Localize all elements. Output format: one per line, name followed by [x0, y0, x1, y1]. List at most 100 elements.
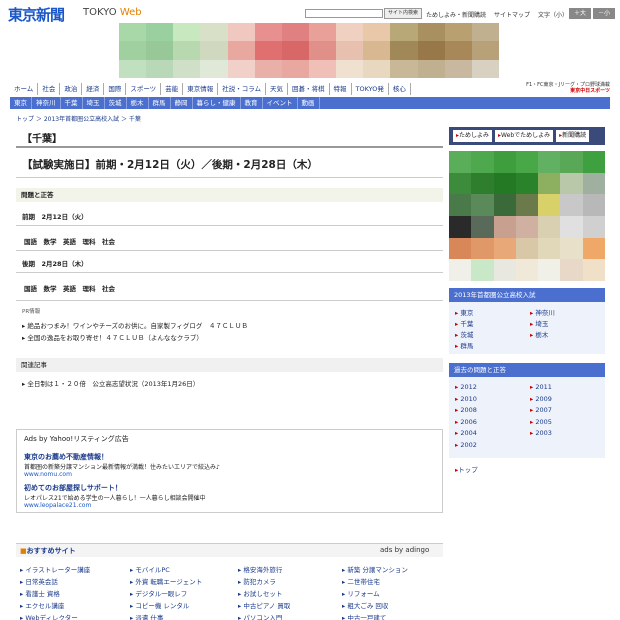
search-input[interactable] — [305, 9, 383, 18]
kouki-subject-links[interactable]: 国語 数学 英語 理科 社会 — [24, 283, 115, 293]
osusume-link[interactable]: ▸ デジタル一眼レフ — [130, 588, 187, 598]
osusume-link[interactable]: ▸ Webディレクター — [20, 612, 78, 620]
sidebar-year-link[interactable]: ▸ 2011 — [530, 383, 552, 391]
sidebar-ad[interactable] — [449, 151, 605, 281]
osusume-link[interactable]: ▸ 中古ピアノ 買取 — [238, 600, 290, 610]
sidebar-ad-cell — [515, 194, 539, 216]
osusume-link[interactable]: ▸ リフォーム — [342, 588, 380, 598]
trial-read-button[interactable]: ▸ためしよみ — [453, 130, 493, 142]
nav-international[interactable]: 国際 — [104, 83, 127, 95]
chunichi-sports-logo[interactable]: F1・FC東京・Jリーグ・プロ野球満載 東京中日スポーツ — [518, 82, 610, 94]
past-section-header: 過去の問題と正答 — [449, 363, 605, 377]
ad-headline[interactable]: 東京のお薦め不動産情報！ — [24, 452, 108, 462]
nav-tokuho[interactable]: 特報 — [330, 83, 352, 95]
site-logo-sub[interactable]: TOKYO Web — [83, 7, 142, 18]
osusume-link-text: 防犯カメラ — [243, 578, 276, 586]
breadcrumb[interactable]: トップ ＞ 2013年首都圏公立高校入試 ＞ 千葉 — [16, 114, 141, 123]
region-ibaraki[interactable]: 茨城 — [105, 97, 127, 109]
sidebar-year-link-label: 2007 — [535, 406, 552, 414]
region-living[interactable]: 暮らし・健康 — [193, 97, 241, 109]
nav-society[interactable]: 社会 — [38, 83, 61, 95]
osusume-link[interactable]: ▸ 粗大ごみ 回収 — [342, 600, 388, 610]
nav-entertainment[interactable]: 芸能 — [161, 83, 184, 95]
adingo-label[interactable]: ads by adingo — [380, 546, 429, 554]
region-gunma[interactable]: 群馬 — [149, 97, 171, 109]
sidebar-ad-cell — [471, 194, 494, 216]
sidebar-year-link[interactable]: ▸ 2002 — [455, 441, 477, 449]
sidebar-pref-link[interactable]: ▸ 東京 — [455, 307, 473, 317]
related-article[interactable]: ▸ 全日制は１・２０倍 公立高志望状況（2013年1月26日） — [22, 378, 199, 388]
nav-igo-shogi[interactable]: 囲碁・将棋 — [288, 83, 330, 95]
osusume-link[interactable]: ▸ 日常英会話 — [20, 576, 58, 586]
region-video[interactable]: 動画 — [298, 97, 320, 109]
sidebar-year-link[interactable]: ▸ 2009 — [530, 395, 552, 403]
sidebar-pref-link[interactable]: ▸ 埼玉 — [530, 318, 548, 328]
sidebar-top-link[interactable]: ▸トップ — [455, 464, 478, 474]
region-kanagawa[interactable]: 神奈川 — [32, 97, 61, 109]
region-events[interactable]: イベント — [263, 97, 298, 109]
ad-url[interactable]: www.leopalace21.com — [24, 502, 91, 509]
region-shizuoka[interactable]: 静岡 — [171, 97, 193, 109]
osusume-link[interactable]: ▸ 派遣 仕事 — [130, 612, 163, 620]
nav-kakushin[interactable]: 核心 — [389, 83, 411, 95]
nav-politics[interactable]: 政治 — [60, 83, 83, 95]
region-tokyo[interactable]: 東京 — [10, 97, 32, 109]
nav-economy[interactable]: 経済 — [82, 83, 105, 95]
sidebar-year-link[interactable]: ▸ 2007 — [530, 406, 552, 414]
sidebar-year-link[interactable]: ▸ 2006 — [455, 418, 477, 426]
region-education[interactable]: 教育 — [241, 97, 263, 109]
osusume-link[interactable]: ▸ コピー機 レンタル — [130, 600, 189, 610]
osusume-link[interactable]: ▸ 格安海外旅行 — [238, 564, 282, 574]
osusume-link[interactable]: ▸ エクセル講座 — [20, 600, 64, 610]
osusume-link[interactable]: ▸ パソコン入門 — [238, 612, 282, 620]
sidebar-year-link[interactable]: ▸ 2003 — [530, 429, 552, 437]
sidebar-year-link[interactable]: ▸ 2010 — [455, 395, 477, 403]
region-saitama[interactable]: 埼玉 — [83, 97, 105, 109]
region-tochigi[interactable]: 栃木 — [127, 97, 149, 109]
osusume-link[interactable]: ▸ 二世帯住宅 — [342, 576, 380, 586]
osusume-link[interactable]: ▸ モバイルPC — [130, 564, 170, 574]
osusume-link[interactable]: ▸ お試しセット — [238, 588, 282, 598]
related-article-text[interactable]: 全日制は１・２０倍 公立高志望状況（2013年1月26日） — [27, 380, 199, 388]
zenki-subject-links[interactable]: 国語 数学 英語 理科 社会 — [24, 236, 115, 246]
sidebar-year-link[interactable]: ▸ 2008 — [455, 406, 477, 414]
ad-headline[interactable]: 初めてのお部屋探しサポート！ — [24, 483, 122, 493]
sidebar-year-link[interactable]: ▸ 2004 — [455, 429, 477, 437]
sidebar-pref-link[interactable]: ▸ 栃木 — [530, 329, 548, 339]
nav-sports[interactable]: スポーツ — [126, 83, 162, 95]
sidebar-pref-link[interactable]: ▸ 千葉 — [455, 318, 473, 328]
nav-tokyo-hatsu[interactable]: TOKYO発 — [352, 83, 389, 95]
nav-home[interactable]: ホーム — [10, 83, 39, 95]
banner-ad[interactable] — [119, 23, 499, 78]
sidebar-year-link[interactable]: ▸ 2012 — [455, 383, 477, 391]
sidebar-pref-link[interactable]: ▸ 茨城 — [455, 329, 473, 339]
subscribe-button[interactable]: ▸新聞購読 — [556, 130, 590, 142]
subscribe-link[interactable]: ためしよみ・新聞購読 — [426, 10, 486, 19]
ads-title[interactable]: Ads by Yahoo!リスティング広告 — [24, 434, 129, 444]
nav-weather[interactable]: 天気 — [266, 83, 288, 95]
sidebar-pref-link[interactable]: ▸ 群馬 — [455, 340, 473, 350]
site-logo[interactable]: 東京新聞 — [8, 4, 65, 25]
osusume-link[interactable]: ▸ 防犯カメラ — [238, 576, 276, 586]
osusume-link[interactable]: ▸ イラストレーター講座 — [20, 564, 90, 574]
osusume-link[interactable]: ▸ 看護士 資格 — [20, 588, 60, 598]
search-button[interactable]: サイト内検索 — [384, 8, 422, 19]
nav-tokyo-info[interactable]: 東京情報 — [183, 83, 219, 95]
fontsize-plus-button[interactable]: ＋大 — [569, 8, 591, 19]
divider — [16, 250, 443, 251]
osusume-link[interactable]: ▸ 中古一戸建て — [342, 612, 386, 620]
ad-url[interactable]: www.nomu.com — [24, 471, 72, 478]
sidebar-pref-link[interactable]: ▸ 神奈川 — [530, 307, 555, 317]
web-trial-read-button[interactable]: ▸Webでためしよみ — [495, 130, 554, 142]
osusume-link[interactable]: ▸ 新築 分譲マンション — [342, 564, 408, 574]
osusume-link[interactable]: ▸ 外資 転職エージェント — [130, 576, 202, 586]
sidebar-year-link[interactable]: ▸ 2005 — [530, 418, 552, 426]
pr-link[interactable]: ▸ 絶品おつまみ！ワインやチーズのお供に。自家製フィグログ ４７ＣＬＵＢ — [22, 320, 248, 330]
pr-link[interactable]: ▸ 全国の逸品をお取り寄せ！４７ＣＬＵＢ（よんななクラブ） — [22, 332, 203, 342]
pr-link-text[interactable]: 全国の逸品をお取り寄せ！４７ＣＬＵＢ（よんななクラブ） — [27, 334, 203, 342]
fontsize-minus-button[interactable]: －小 — [593, 8, 615, 19]
nav-editorial[interactable]: 社説・コラム — [218, 83, 266, 95]
sitemap-link[interactable]: サイトマップ — [494, 10, 530, 19]
pr-link-text[interactable]: 絶品おつまみ！ワインやチーズのお供に。自家製フィグログ ４７ＣＬＵＢ — [27, 322, 248, 330]
region-chiba[interactable]: 千葉 — [61, 97, 83, 109]
